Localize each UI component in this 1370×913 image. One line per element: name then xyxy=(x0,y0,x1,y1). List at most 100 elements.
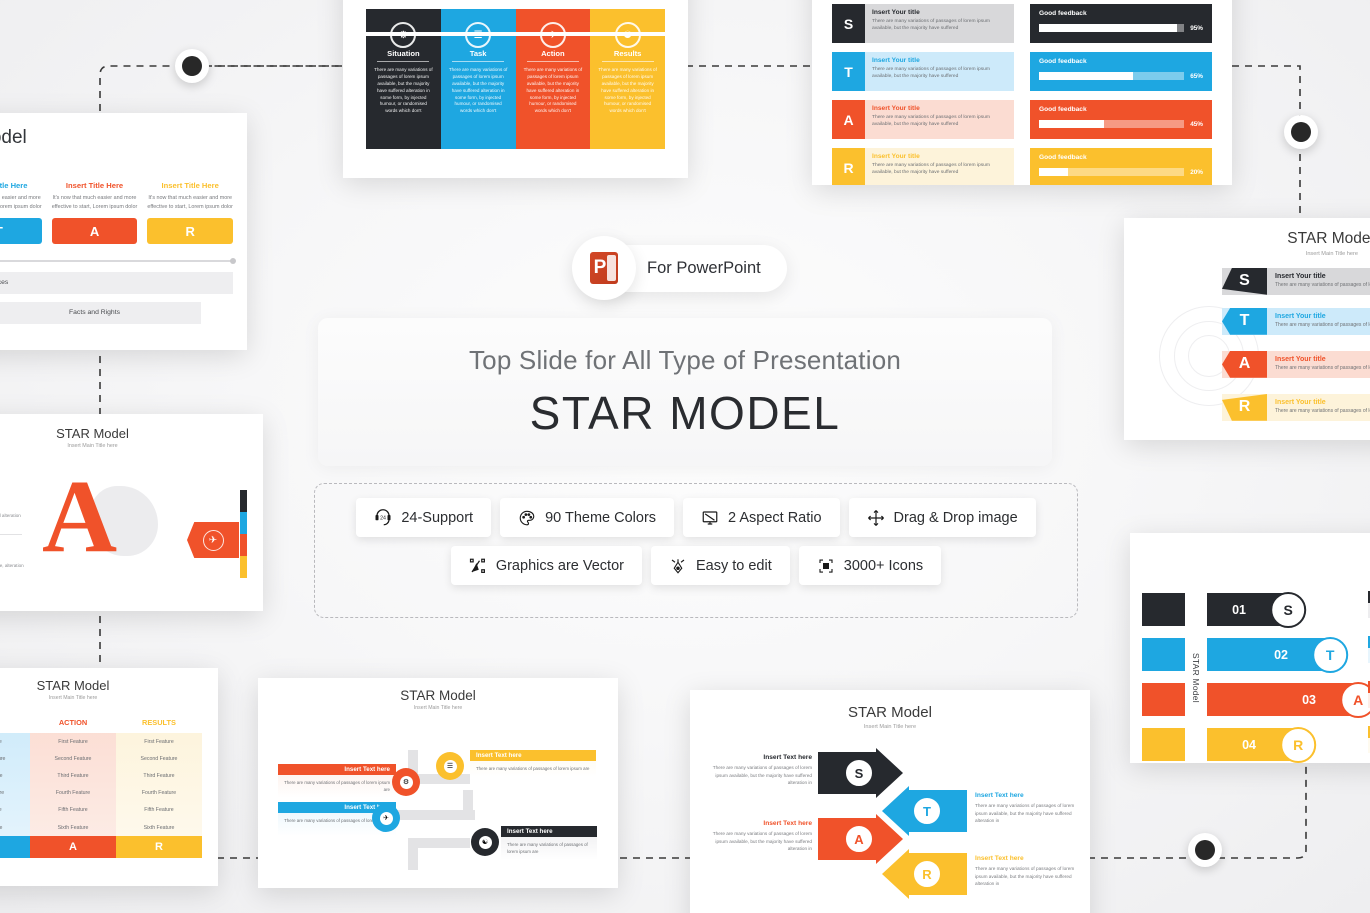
letter-wedge: T xyxy=(1222,308,1267,335)
progress-percent: 95% xyxy=(1190,24,1203,32)
donut-row-a[interactable]: A Insert Your title There are many varia… xyxy=(1222,351,1370,378)
bar-facts-and-rights[interactable]: Facts and Rights xyxy=(0,301,201,324)
snake-knob-blue[interactable]: ✈ xyxy=(372,804,400,832)
slide-arrows[interactable]: STAR Model Insert Main Title here Insert… xyxy=(690,690,1090,913)
letter-circle: A xyxy=(1340,681,1370,718)
snake-item-orange[interactable]: Insert Text here There are many variatio… xyxy=(278,764,396,799)
letter-badge[interactable]: R xyxy=(147,218,234,245)
column-task[interactable]: Insert Title Here It's now that much eas… xyxy=(0,181,42,245)
feature-24-support[interactable]: 24 24-Support xyxy=(356,498,492,537)
letter-badge[interactable]: A xyxy=(51,218,138,245)
slide-r-model[interactable]: R Model Main Title here Insert Title Her… xyxy=(0,113,247,350)
progress-item[interactable]: Good feedback 65% xyxy=(1030,52,1212,91)
snake-knob-yellow[interactable]: ☰ xyxy=(436,752,464,780)
table-cell: Fifth Feature xyxy=(0,802,30,819)
feature-vector-graphics[interactable]: Graphics are Vector xyxy=(450,546,642,585)
slide-subtitle: Main Title here xyxy=(0,152,247,159)
slide-snake-flow[interactable]: STAR Model Insert Main Title here Insert… xyxy=(258,678,618,888)
table-cell: Fifth Feature xyxy=(58,807,88,814)
item-title: Insert Your title xyxy=(872,105,920,112)
progress-item[interactable]: Good feedback 20% xyxy=(1030,148,1212,185)
feature-theme-colors[interactable]: 90 Theme Colors xyxy=(500,498,675,537)
numbered-bar-04[interactable]: 04 R xyxy=(1142,726,1317,763)
bar-label: Good feedback xyxy=(1039,106,1087,113)
donut-row-r[interactable]: R Insert Your title There are many varia… xyxy=(1222,394,1370,421)
table-footer: T xyxy=(0,836,30,859)
bar-maintenances[interactable]: Maintenances xyxy=(0,271,233,294)
item-body: There are many variations of passages of… xyxy=(1275,408,1370,414)
flag-shape[interactable]: ✈ xyxy=(187,522,239,558)
table-footer: A xyxy=(30,836,116,859)
progress-track xyxy=(1039,168,1185,176)
powerpoint-badge-label: For PowerPoint xyxy=(647,259,761,277)
letter-badge: R xyxy=(832,148,865,185)
table-cell: Sixth Feature xyxy=(143,824,175,831)
slide-numbered-bars[interactable]: STAR M Insert Main Tit 01 S Insert Text … xyxy=(1130,533,1370,763)
column-heading: Insert Title Here xyxy=(65,181,124,190)
table-column-action[interactable]: ACTION First Feature Second Feature Thir… xyxy=(30,713,116,859)
column-results[interactable]: Insert Title Here It's now that much eas… xyxy=(147,181,234,245)
item-body: There are many variations of passages of… xyxy=(872,67,990,80)
column-results[interactable]: ☯ Results There are many variations of p… xyxy=(590,9,665,149)
gear-icon: ⚙ xyxy=(399,775,413,789)
arrow-text-t: Insert Text here There are many variatio… xyxy=(975,792,1075,825)
connector-dot-top-left xyxy=(175,49,209,83)
numbered-bar-02[interactable]: 02 T xyxy=(1142,636,1349,673)
item-body: There are many variations of passages of… xyxy=(712,765,812,786)
feature-easy-edit[interactable]: Easy to edit xyxy=(650,546,790,585)
item-heading: Insert Text here xyxy=(975,855,1024,862)
list-item[interactable]: A Insert Your title There are many varia… xyxy=(832,100,1014,139)
numbered-bar-01[interactable]: 01 S xyxy=(1142,591,1307,628)
table-column-task[interactable]: TASK First Feature Second Feature Third … xyxy=(0,713,30,859)
snake-knob-orange[interactable]: ⚙ xyxy=(392,768,420,796)
list-item[interactable]: R Insert Your title There are many varia… xyxy=(832,148,1014,185)
table-cell: Second Feature xyxy=(54,755,92,762)
progress-item[interactable]: Good feedback 95% xyxy=(1030,4,1212,43)
letter-badge[interactable]: T xyxy=(0,218,42,245)
spine-label: STAR Model xyxy=(1185,593,1207,763)
donut-row-s[interactable]: S Insert Your title There are many varia… xyxy=(1222,268,1370,295)
slide-title: STAR M xyxy=(1130,533,1370,565)
item-body: There are many variations of passages of… xyxy=(507,842,588,855)
column-body: It's now that much easier and more effec… xyxy=(0,195,42,210)
slide-title: STAR Model xyxy=(1287,230,1370,247)
slide-star-columns[interactable]: STAR Model Insert Main Title here ⚙ Situ… xyxy=(343,0,688,178)
column-action[interactable]: Insert Title Here It's now that much eas… xyxy=(51,181,138,245)
snake-knob-dark[interactable]: ☯ xyxy=(471,828,499,856)
table-column-results[interactable]: RESULTS First Feature Second Feature Thi… xyxy=(116,713,202,859)
item-heading: Insert Text here xyxy=(501,826,597,837)
slide-donut[interactable]: STAR Model Insert Main Title here S Inse… xyxy=(1124,218,1370,440)
numbered-bar-03[interactable]: 03 A xyxy=(1142,681,1370,718)
text-block-1: passages of Lorem Ipsum suffered alterat… xyxy=(0,500,22,535)
letter-wedge: R xyxy=(1222,394,1267,421)
feature-label: 2 Aspect Ratio xyxy=(728,509,822,526)
snake-item-yellow[interactable]: Insert Text here There are many variatio… xyxy=(470,750,596,778)
slide-table[interactable]: STAR Model Insert Main Title here TASK F… xyxy=(0,668,218,886)
progress-track xyxy=(1039,120,1185,128)
column-task[interactable]: ☰ Task There are many variations of pass… xyxy=(440,9,516,149)
feature-label: Graphics are Vector xyxy=(495,557,624,574)
list-item[interactable]: S Insert Your title There are many varia… xyxy=(832,4,1014,43)
progress-percent: 45% xyxy=(1190,120,1203,128)
vector-node-icon xyxy=(469,558,485,573)
list-item[interactable]: T Insert Your title There are many varia… xyxy=(832,52,1014,91)
feature-aspect-ratio[interactable]: 2 Aspect Ratio xyxy=(683,498,840,537)
slide-big-a[interactable]: STAR Model Insert Main Title here A ✈ pa… xyxy=(0,414,263,611)
column-action[interactable]: ✈ Action There are many variations of pa… xyxy=(515,9,591,149)
big-letter-a: A xyxy=(42,459,118,574)
slide-title: STAR Model xyxy=(56,426,129,441)
item-heading: Insert Text here xyxy=(763,754,812,761)
column-header: ACTION xyxy=(30,713,116,733)
snake-item-dark[interactable]: Insert Text here There are many variatio… xyxy=(501,826,597,861)
slide-feedback[interactable]: S Insert Your title There are many varia… xyxy=(812,0,1232,185)
features-panel: 24 24-Support 90 Theme Colors 2 Aspect R… xyxy=(314,483,1078,618)
arrow-r[interactable]: R xyxy=(882,849,967,899)
column-situation[interactable]: ⚙ Situation There are many variations of… xyxy=(366,9,441,149)
column-label: Results xyxy=(601,49,654,62)
arrow-text-a: Insert Text here There are many variatio… xyxy=(712,820,812,853)
feature-icon-count[interactable]: 3000+ Icons xyxy=(798,546,942,585)
feature-drag-drop[interactable]: Drag & Drop image xyxy=(848,498,1036,537)
progress-item[interactable]: Good feedback 45% xyxy=(1030,100,1212,139)
bar-label: Good feedback xyxy=(1039,10,1087,17)
donut-row-t[interactable]: T Insert Your title There are many varia… xyxy=(1222,308,1370,335)
